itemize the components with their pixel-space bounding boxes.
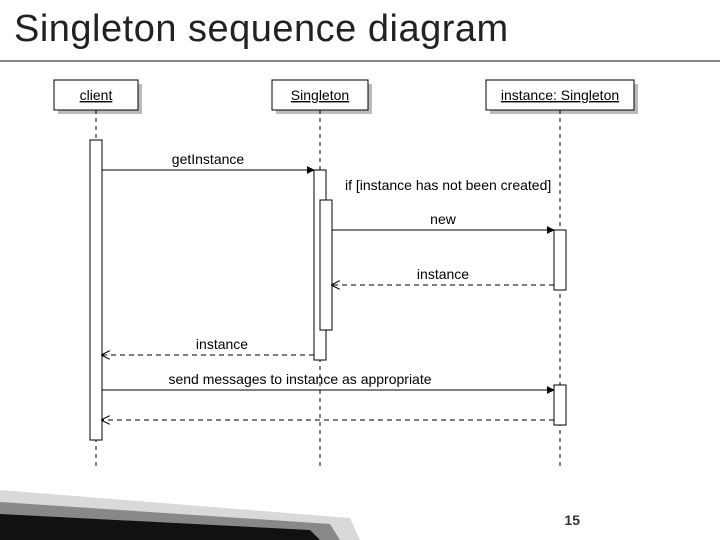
participant-singleton-label: Singleton: [291, 87, 349, 103]
participant-client-label: client: [80, 87, 113, 103]
participant-instance-label: instance: Singleton: [501, 87, 619, 103]
msg-getInstance-label: getInstance: [172, 151, 245, 167]
participant-instance: instance: Singleton: [486, 80, 638, 114]
msg-new-label: new: [430, 211, 457, 227]
activation-singleton-nested: [320, 200, 332, 330]
activation-client: [90, 140, 102, 440]
sequence-diagram: client Singleton instance: Singleton get…: [0, 70, 720, 490]
msg-send-label: send messages to instance as appropriate: [168, 371, 431, 387]
title-underline: [0, 60, 720, 62]
activation-instance-1: [554, 230, 566, 290]
msg-return-instance2-label: instance: [196, 336, 248, 352]
activation-instance-2: [554, 385, 566, 425]
participant-client: client: [54, 80, 142, 114]
slide-title: Singleton sequence diagram: [14, 8, 509, 51]
msg-return-instance1-label: instance: [417, 266, 469, 282]
page-number: 15: [564, 512, 580, 528]
guard-label: if [instance has not been created]: [345, 177, 551, 193]
participant-singleton: Singleton: [272, 80, 372, 114]
